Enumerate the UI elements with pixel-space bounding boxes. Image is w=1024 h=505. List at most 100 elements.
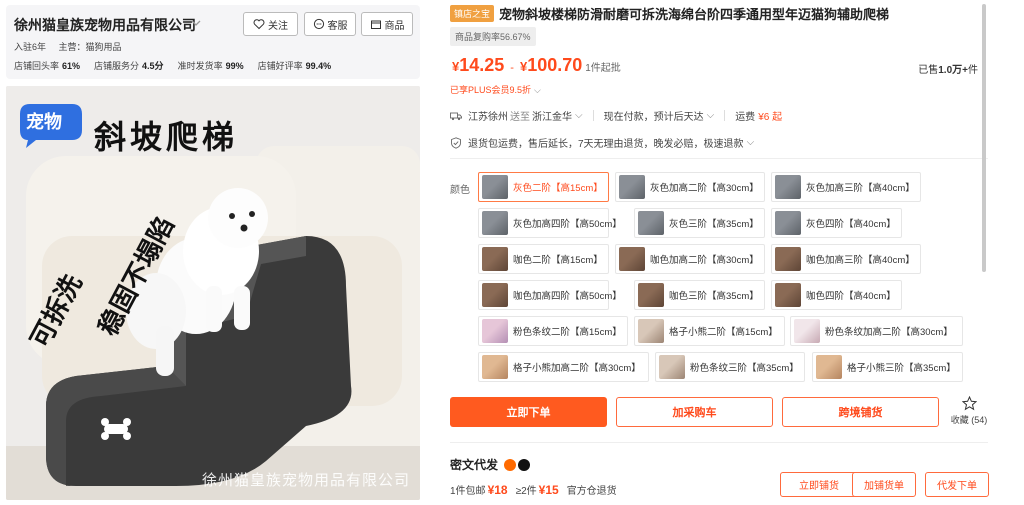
color-option-thumbnail bbox=[482, 211, 508, 235]
ship-destination[interactable]: 浙江金华 bbox=[532, 108, 572, 123]
shop-years: 入驻6年 bbox=[14, 42, 47, 52]
payment-eta[interactable]: 现在付款，预计后天达 bbox=[604, 108, 704, 123]
shop-main-business: 主营：猫狗用品 bbox=[58, 42, 122, 52]
color-option-label: 咖色四阶【高40cm】 bbox=[806, 291, 896, 302]
add-listing-button[interactable]: 加铺货单 bbox=[852, 472, 916, 497]
follow-button[interactable]: 关注 bbox=[243, 12, 298, 36]
chevron-down-icon[interactable]: ⌵ bbox=[575, 110, 583, 121]
customer-service-button[interactable]: 客服 bbox=[304, 12, 356, 36]
color-option-label: 格子小熊加高二阶【高30cm】 bbox=[513, 363, 641, 374]
color-option-label: 灰色四阶【高40cm】 bbox=[806, 219, 896, 230]
image-watermark: 徐州猫皇族宠物用品有限公司 bbox=[201, 472, 410, 489]
color-option-thumbnail bbox=[482, 247, 508, 271]
color-option-label: 咖色加高二阶【高30cm】 bbox=[650, 255, 759, 266]
freight-value: ¥6 起 bbox=[758, 112, 783, 123]
add-to-cart-button[interactable]: 加采购车 bbox=[616, 397, 773, 427]
color-option[interactable]: 格子小熊二阶【高15cm】 bbox=[634, 316, 785, 346]
color-option[interactable]: 粉色条纹二阶【高15cm】 bbox=[478, 316, 628, 346]
shop-stats: 店铺回头率 61% 店铺服务分 4.5分 准时发货率 99% 店铺好评率 99.4% bbox=[14, 59, 345, 72]
color-option-label: 灰色三阶【高35cm】 bbox=[669, 219, 759, 230]
color-option-label: 咖色加高三阶【高40cm】 bbox=[806, 255, 915, 266]
divider bbox=[724, 110, 726, 121]
price-low: 14.25 bbox=[459, 55, 505, 75]
color-option-label: 粉色条纹三阶【高35cm】 bbox=[690, 363, 799, 374]
ship-origin: 江苏徐州 bbox=[468, 112, 508, 123]
color-option[interactable]: 灰色二阶【高15cm】 bbox=[478, 172, 609, 202]
stat-on-time: 准时发货率 99% bbox=[177, 61, 244, 71]
buy-now-button[interactable]: 立即下单 bbox=[450, 397, 607, 427]
dropship-multi-label: ≥2件 bbox=[515, 486, 537, 497]
color-option[interactable]: 咖色加高四阶【高50cm】 bbox=[478, 280, 622, 310]
store-icon bbox=[370, 20, 381, 29]
color-option[interactable]: 灰色加高二阶【高30cm】 bbox=[615, 172, 765, 202]
color-option[interactable]: 格子小熊三阶【高35cm】 bbox=[812, 352, 963, 382]
color-option[interactable]: 灰色三阶【高35cm】 bbox=[634, 208, 765, 238]
guarantee-row[interactable]: 退货包运费，售后延长，7天无理由退货，晚发必赔，极速退款 ⌵ bbox=[450, 135, 754, 150]
dropship-single-label: 1件包邮 bbox=[450, 486, 486, 497]
color-option-label: 灰色加高二阶【高30cm】 bbox=[650, 183, 759, 194]
shop-name[interactable]: 徐州猫皇族宠物用品有限公司 bbox=[14, 15, 196, 35]
color-option-label: 咖色二阶【高15cm】 bbox=[513, 255, 603, 266]
dropship-title: 密文代发 bbox=[450, 456, 531, 473]
color-option-thumbnail bbox=[775, 247, 801, 271]
color-option[interactable]: 粉色条纹加高二阶【高30cm】 bbox=[790, 316, 963, 346]
color-option-label: 咖色三阶【高35cm】 bbox=[669, 291, 759, 302]
color-option[interactable]: 咖色二阶【高15cm】 bbox=[478, 244, 609, 274]
color-option-thumbnail bbox=[482, 283, 508, 307]
ship-to-label: 送至 bbox=[510, 112, 530, 123]
product-image[interactable]: 宠物 斜坡爬梯 可拆洗 稳固不塌陷 徐州猫皇族宠物用品有限公司 bbox=[6, 86, 420, 500]
taobao-logo-icon bbox=[504, 458, 517, 471]
color-option-thumbnail bbox=[775, 283, 801, 307]
color-label: 颜色 bbox=[450, 185, 470, 196]
color-option-thumbnail bbox=[816, 355, 842, 379]
collect-button[interactable]: 收藏 (54) bbox=[946, 396, 992, 426]
image-badge: 宠物 bbox=[26, 112, 62, 132]
color-option[interactable]: 灰色加高四阶【高50cm】 bbox=[478, 208, 622, 238]
stat-positive: 店铺好评率 99.4% bbox=[257, 61, 332, 71]
scrollbar[interactable] bbox=[982, 4, 986, 272]
shop-meta: 入驻6年 主营：猫狗用品 bbox=[14, 40, 132, 53]
color-option[interactable]: 灰色加高三阶【高40cm】 bbox=[771, 172, 921, 202]
collect-label: 收藏 (54) bbox=[950, 415, 988, 425]
product-title: 宠物斜坡楼梯防滑耐磨可拆洗海绵台阶四季通用型年迈猫狗辅助爬梯 bbox=[499, 7, 890, 22]
color-option-label: 灰色二阶【高15cm】 bbox=[513, 183, 603, 194]
price-high: 100.70 bbox=[527, 55, 583, 75]
color-option-label: 粉色条纹二阶【高15cm】 bbox=[513, 327, 622, 338]
price-symbol-high: ¥ bbox=[519, 59, 528, 74]
color-option-label: 灰色加高四阶【高50cm】 bbox=[513, 219, 622, 230]
image-headline: 斜坡爬梯 bbox=[94, 119, 239, 155]
color-option-thumbnail bbox=[794, 319, 820, 343]
color-option[interactable]: 咖色加高二阶【高30cm】 bbox=[615, 244, 765, 274]
color-option-thumbnail bbox=[775, 175, 801, 199]
divider bbox=[592, 110, 594, 121]
rebuy-rate-tag: 商品复购率56.67% bbox=[450, 27, 536, 46]
service-label: 客服 bbox=[327, 20, 348, 32]
price-separator: - bbox=[510, 62, 514, 74]
chevron-down-icon[interactable]: ⌵ bbox=[707, 110, 715, 121]
cross-border-button[interactable]: 跨境铺货 bbox=[782, 397, 939, 427]
sold-count: 已售1.0万+件 bbox=[918, 65, 978, 76]
color-option-label: 咖色加高四阶【高50cm】 bbox=[513, 291, 622, 302]
color-option-thumbnail bbox=[638, 211, 664, 235]
color-option[interactable]: 咖色三阶【高35cm】 bbox=[634, 280, 765, 310]
color-option[interactable]: 咖色四阶【高40cm】 bbox=[771, 280, 902, 310]
dropship-order-button[interactable]: 代发下单 bbox=[925, 472, 989, 497]
dropship-return-label: 官方仓退货 bbox=[566, 486, 617, 497]
color-option-thumbnail bbox=[619, 247, 645, 271]
product-title-row: 镇店之宝 宠物斜坡楼梯防滑耐磨可拆洗海绵台阶四季通用型年迈猫狗辅助爬梯 bbox=[450, 4, 889, 23]
price-range: ¥ 14.25 - ¥ 100.70 1件起批 bbox=[452, 55, 621, 76]
store-treasure-badge: 镇店之宝 bbox=[450, 5, 495, 22]
color-option[interactable]: 粉色条纹三阶【高35cm】 bbox=[655, 352, 805, 382]
plus-discount[interactable]: 已享PLUS会员9.5折 ⌵ bbox=[450, 83, 541, 96]
color-option[interactable]: 咖色加高三阶【高40cm】 bbox=[771, 244, 921, 274]
color-option-thumbnail bbox=[659, 355, 685, 379]
goods-button[interactable]: 商品 bbox=[361, 12, 413, 36]
chevron-down-icon[interactable] bbox=[189, 16, 203, 30]
dropship-multi-price: ¥15 bbox=[538, 483, 559, 497]
heart-icon bbox=[253, 19, 265, 30]
color-option-label: 粉色条纹加高二阶【高30cm】 bbox=[825, 327, 953, 338]
color-option[interactable]: 灰色四阶【高40cm】 bbox=[771, 208, 902, 238]
list-now-button[interactable]: 立即铺货 bbox=[780, 472, 858, 497]
color-option[interactable]: 格子小熊加高二阶【高30cm】 bbox=[478, 352, 649, 382]
color-option-label: 格子小熊二阶【高15cm】 bbox=[669, 327, 778, 338]
